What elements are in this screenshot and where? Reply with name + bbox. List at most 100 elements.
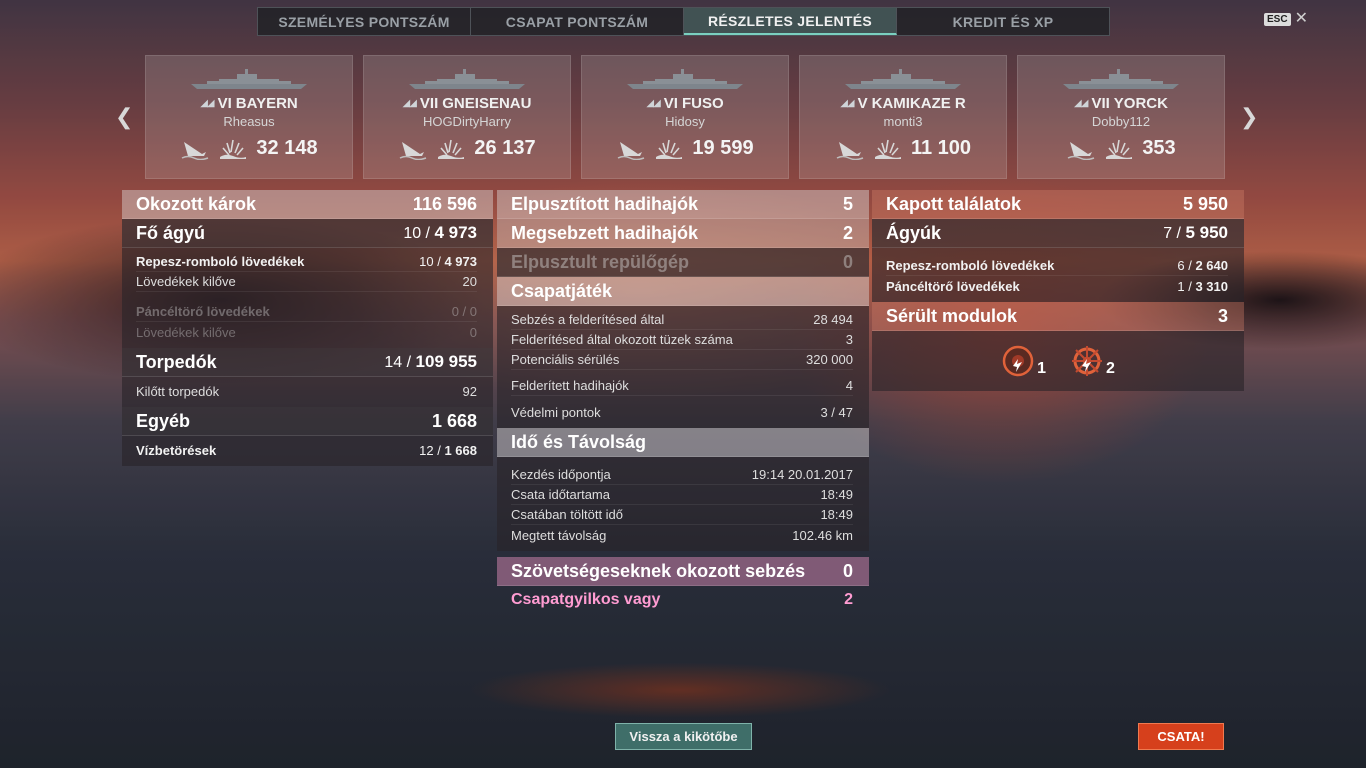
player-name: HOGDirtyHarry (422, 114, 512, 129)
ship-damage-value: 353 (1142, 137, 1176, 159)
time-body: Kezdés időpontja 19:14 20.01.2017 Csata i… (497, 457, 869, 551)
damaged-modules-list: 1 2 (872, 331, 1244, 391)
torps-fired-row: Kilőtt torpedók 92 (136, 383, 477, 399)
other-body: Vízbetörések 12 / 1 668 (122, 436, 493, 466)
time-row: Kezdés időpontja 19:14 20.01.2017 (511, 465, 853, 485)
he-shells-row: Repesz-romboló lövedékek 10 / 4 973 (136, 252, 477, 272)
damaged-modules-header: Sérült modulok 3 (872, 302, 1244, 331)
ship-silhouette-icon (409, 69, 525, 89)
battle-button[interactable]: CSATA! (1138, 723, 1224, 750)
ship-tier: VI (217, 95, 232, 112)
hits-received-header: Kapott találatok 5 950 (872, 190, 1244, 219)
close-control[interactable]: ESC ✕ (1264, 11, 1308, 27)
damage-splash-icon (656, 139, 683, 159)
damage-dealt-title: Okozott károk (136, 193, 257, 214)
destroyed-ships-row: Elpusztított hadihajók 5 (497, 190, 869, 219)
cruiser-icon: ◢◢ (1074, 98, 1088, 109)
received-ap-row: Páncéltörő lövedékek 1 / 3 310 (886, 278, 1228, 294)
ship-name-text: BAYERN (235, 95, 298, 112)
damage-splash-icon (1106, 139, 1133, 159)
received-he-row: Repesz-romboló lövedékek 6 / 2 640 (886, 256, 1228, 276)
player-name: Dobby112 (1091, 114, 1151, 129)
tab-personal-score[interactable]: SZEMÉLYES PONTSZÁM (258, 8, 471, 35)
damage-dealt-header: Okozott károk 116 596 (122, 190, 493, 219)
ship-damage-value: 32 148 (256, 137, 318, 159)
guns-header: Ágyúk 7 / 5 950 (872, 219, 1244, 248)
planes-destroyed-row: Elpusztult repülőgép 0 (497, 248, 869, 277)
ship-card-fuso[interactable]: ◢◢ VI FUSO Hidosy 19 599 (581, 55, 789, 179)
tab-credits-xp[interactable]: KREDIT ÉS XP (897, 8, 1109, 35)
time-header: Idő és Távolság (497, 428, 869, 457)
close-icon[interactable]: ✕ (1295, 11, 1308, 27)
ship-stats: 353 (1018, 137, 1224, 160)
tab-bar: SZEMÉLYES PONTSZÁM CSAPAT PONTSZÁM RÉSZL… (257, 7, 1110, 36)
ship-name-text: YORCK (1113, 95, 1168, 112)
destroyer-icon: ◢◢ (840, 98, 854, 109)
sunk-ship-icon (836, 141, 864, 160)
battleship-icon: ◢◢ (646, 98, 660, 109)
middle-panel: Elpusztított hadihajók 5 Megsebzett hadih… (497, 190, 869, 614)
main-battery-label: Fő ágyú (136, 222, 206, 243)
time-row: Csatában töltött idő 18:49 (511, 505, 853, 525)
carousel-next-icon[interactable]: ❯ (1240, 104, 1258, 130)
ship-name: ◢◢ VI FUSO (582, 95, 788, 112)
teamplay-body: Sebzés a felderítésed által 28 494 Felder… (497, 306, 869, 428)
ship-silhouette-icon (191, 69, 307, 89)
he-fired-row: Lövedékek kilőve 20 (136, 272, 477, 292)
esc-key-label: ESC (1264, 12, 1291, 26)
main-battery-body: Repesz-romboló lövedékek 10 / 4 973 Löve… (122, 248, 493, 348)
ship-tier: VII (419, 95, 439, 112)
damage-dealt-total: 116 596 (412, 193, 477, 214)
ship-name-text: FUSO (681, 95, 724, 112)
ship-silhouette-icon (1063, 69, 1179, 89)
teamplay-row: Felderített hadihajók 4 (511, 376, 853, 396)
damage-splash-icon (220, 139, 247, 159)
ship-card-gneisenau[interactable]: ◢◢ VII GNEISENAU HOGDirtyHarry 26 137 (363, 55, 571, 179)
ship-silhouette-icon (627, 69, 743, 89)
module-item: 2 (1070, 344, 1115, 378)
guns-body: Repesz-romboló lövedékek 6 / 2 640 Páncé… (872, 248, 1244, 302)
ship-name: ◢◢ VII GNEISENAU (364, 95, 570, 112)
ship-card-kamikaze-r[interactable]: ◢◢ V KAMIKAZE R monti3 11 100 (799, 55, 1007, 179)
teamplay-row: Sebzés a felderítésed által 28 494 (511, 310, 853, 330)
ship-name: ◢◢ V KAMIKAZE R (800, 95, 1006, 112)
ship-stats: 11 100 (800, 137, 1006, 160)
ship-damage-value: 19 599 (692, 137, 754, 159)
return-to-port-button[interactable]: Vissza a kikötőbe (615, 723, 752, 750)
sunk-ship-icon (1067, 141, 1095, 160)
battleship-icon: ◢◢ (200, 98, 214, 109)
main-battery-header: Fő ágyú 10 / 4 973 (122, 219, 493, 248)
tab-detailed-report[interactable]: RÉSZLETES JELENTÉS (684, 8, 897, 35)
sunk-ship-icon (400, 141, 427, 160)
ship-card-bayern[interactable]: ◢◢ VI BAYERN Rheasus 32 148 (145, 55, 353, 179)
player-name: Rheasus (223, 114, 275, 129)
damage-splash-icon (438, 139, 465, 159)
main-battery-value: 10 / 4 973 (403, 223, 477, 242)
teamplay-header: Csapatjáték (497, 277, 869, 306)
teamkiller-row: Csapatgyilkos vagy 2 (511, 591, 853, 608)
sunk-ship-icon (182, 141, 209, 160)
damage-dealt-panel: Okozott károk 116 596 Fő ágyú 10 / 4 973… (122, 190, 493, 466)
carousel-prev-icon[interactable]: ❮ (115, 104, 133, 130)
ship-card-yorck[interactable]: ◢◢ VII YORCK Dobby112 353 (1017, 55, 1225, 179)
time-row: Csata időtartama 18:49 (511, 485, 853, 505)
player-name: Hidosy (665, 114, 705, 129)
damage-splash-icon (874, 139, 901, 159)
teamplay-row: Potenciális sérülés 320 000 (511, 350, 853, 370)
tab-team-score[interactable]: CSAPAT PONTSZÁM (471, 8, 684, 35)
player-name: monti3 (883, 114, 923, 129)
teamplay-row: Felderítésed által okozott tüzek száma 3 (511, 330, 853, 350)
ship-stats: 19 599 (582, 137, 788, 160)
module-item: 1 (1001, 344, 1046, 378)
ship-tier: VII (1091, 95, 1110, 112)
ship-stats: 26 137 (364, 137, 570, 160)
ship-tier: V (857, 95, 868, 112)
flooding-row: Vízbetörések 12 / 1 668 (136, 442, 477, 458)
ship-name: ◢◢ VI BAYERN (146, 95, 352, 112)
ship-stats: 32 148 (146, 137, 352, 160)
hits-received-panel: Kapott találatok 5 950 Ágyúk 7 / 5 950 Re… (872, 190, 1244, 391)
other-header: Egyéb 1 668 (122, 407, 493, 436)
time-row: Megtett távolság 102.46 km (511, 527, 853, 543)
ap-shells-row: Páncéltörő lövedékek 0 / 0 (136, 302, 477, 322)
ship-damage-value: 11 100 (910, 137, 972, 159)
